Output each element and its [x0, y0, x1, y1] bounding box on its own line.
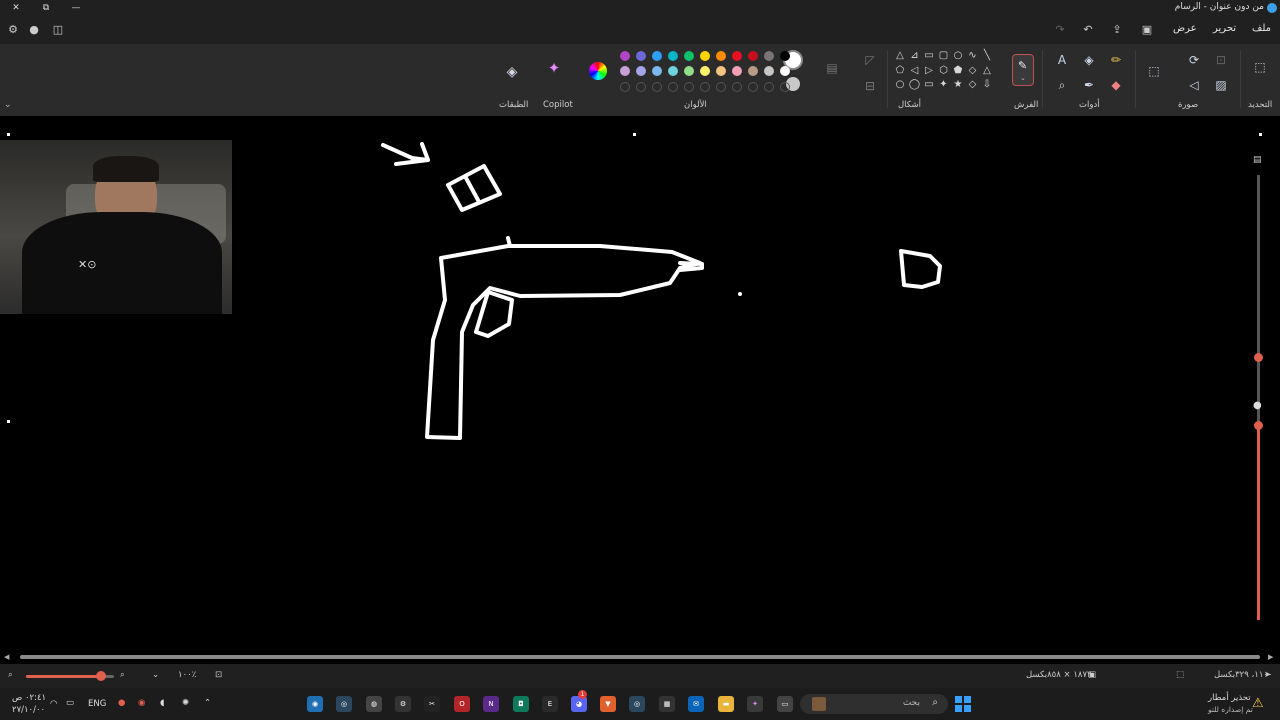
input-language[interactable]: ENG — [88, 699, 106, 709]
taskbar-app-settings[interactable]: ⚙ — [395, 696, 411, 712]
box-stroke — [446, 164, 502, 212]
show-hidden-icons-chevron-icon[interactable]: ⌃ — [204, 698, 211, 708]
arrow-stroke — [381, 142, 430, 166]
zoom-slider-knob[interactable] — [95, 671, 106, 681]
wifi-icon[interactable]: ◠ — [50, 699, 57, 709]
horizontal-scrollbar[interactable] — [20, 655, 1260, 659]
taskbar-app-xbox[interactable]: ◘ — [513, 696, 529, 712]
loop-stroke — [899, 249, 942, 289]
taskbar-app-task-view[interactable]: ▭ — [777, 696, 793, 712]
steam-icon: ◎ — [633, 700, 641, 708]
opacity-knob[interactable] — [1254, 421, 1263, 430]
xbox-icon: ◘ — [518, 700, 524, 708]
epic-games-icon: E — [547, 700, 553, 708]
taskbar-app-capcut[interactable]: ✂ — [424, 696, 440, 712]
taskbar-app-steam-2[interactable]: ◎ — [629, 696, 645, 712]
discord-icon: ◕ — [575, 700, 583, 708]
windows-taskbar: ٠٢:٤١ ص ٢٧/١٠/٠٠ ◠ ▭ ◖ ENG ● ◉ ✺ ⌃ ◉ ◎ ◍… — [0, 688, 1280, 720]
folder-icon: ▬ — [722, 700, 730, 708]
volume-icon[interactable]: ◖ — [160, 698, 164, 708]
taskbar-app-opera[interactable]: O — [454, 696, 470, 712]
copilot-icon: ✦ — [752, 700, 758, 708]
cursor-icon: ➤ — [1264, 670, 1272, 680]
weather-subtitle[interactable]: تم إصداره للتو — [1208, 705, 1253, 714]
taskbar-app-epic[interactable]: E — [542, 696, 558, 712]
brush-size-icon: ▤ — [1253, 155, 1262, 165]
next-icon: N — [488, 700, 494, 708]
canvas-size: ١٨٧٢ × ٨٥٨بكسل — [1026, 670, 1092, 680]
webcam-overlay: ✕⊙ — [0, 140, 232, 314]
taskbar-app-copilot[interactable]: ✦ — [747, 696, 763, 712]
taskbar-app-file-explorer[interactable]: ▬ — [718, 696, 734, 712]
search-placeholder: بحث — [902, 698, 920, 708]
brush-size-fill — [1257, 425, 1260, 620]
taskbar-app-brave[interactable]: ▼ — [600, 696, 616, 712]
opera-icon: O — [459, 700, 465, 708]
taskbar-app-steam[interactable]: ◎ — [336, 696, 352, 712]
steam-icon: ◎ — [340, 700, 348, 708]
brush-size-knob[interactable] — [1254, 353, 1263, 362]
canvas-drawing — [381, 142, 942, 440]
capcut-icon: ✂ — [429, 700, 435, 708]
opacity-icon: ● — [1253, 400, 1262, 411]
discord-notification-badge: 1 — [578, 690, 587, 699]
search-icon: ⌕ — [932, 697, 938, 708]
taskbar-app-paint[interactable]: ◉ — [307, 696, 323, 712]
gun-sight-stroke — [506, 236, 512, 248]
taskbar-search-box[interactable]: بحث ⌕ — [800, 694, 948, 714]
canvas-size-icon: ▣ — [1088, 670, 1097, 680]
weather-warning-icon[interactable]: ⚠ — [1252, 696, 1264, 711]
shirt-logo: ✕⊙ — [78, 258, 97, 271]
obs-icon: ◍ — [370, 700, 378, 708]
zoom-out-icon[interactable]: ⌕ — [8, 670, 13, 680]
zoom-dropdown-chevron-icon[interactable]: ⌄ — [152, 670, 159, 680]
taskbar-app-store[interactable]: ▦ — [659, 696, 675, 712]
scroll-left-icon[interactable]: ◀ — [4, 653, 9, 661]
taskbar-app-outlook[interactable]: ✉ — [688, 696, 704, 712]
search-highlight-icon — [812, 697, 826, 711]
zoom-level: ١٠٠٪ — [178, 670, 197, 680]
zoom-slider-fill — [26, 675, 101, 678]
store-icon: ▦ — [663, 700, 671, 708]
paint-icon: ◉ — [311, 700, 319, 708]
microphone-icon[interactable]: ● — [118, 698, 125, 708]
zoom-in-icon[interactable]: ⌕ — [120, 670, 125, 680]
weather-title[interactable]: تحذير أمطار — [1208, 693, 1251, 703]
clock-time[interactable]: ٠٢:٤١ ص — [12, 693, 46, 703]
network-icon[interactable]: ✺ — [182, 698, 189, 708]
brave-icon: ▼ — [605, 700, 611, 708]
brush-cursor — [738, 292, 742, 296]
selection-size-icon: ⬚ — [1176, 670, 1185, 680]
battery-icon[interactable]: ▭ — [66, 698, 74, 708]
scroll-right-icon[interactable]: ▶ — [1268, 653, 1273, 661]
recording-icon[interactable]: ◉ — [138, 698, 145, 708]
gear-icon: ⚙ — [399, 700, 407, 708]
fit-to-window-icon[interactable]: ⊡ — [215, 670, 222, 680]
outlook-icon: ✉ — [693, 700, 699, 708]
start-button[interactable] — [955, 696, 971, 712]
taskbar-app-next[interactable]: N — [483, 696, 499, 712]
status-bar: ⌕ ⌕ ⌄ ١٠٠٪ ⊡ ١٨٧٢ × ٨٥٨بكسل ▣ ⬚ ١١٠٠، ٣٢… — [0, 664, 1280, 688]
clock-date[interactable]: ٢٧/١٠/٠٠ — [12, 705, 45, 715]
taskbar-app-obs[interactable]: ◍ — [366, 696, 382, 712]
task-view-icon: ▭ — [781, 700, 789, 708]
gun-outline-stroke — [425, 244, 702, 440]
